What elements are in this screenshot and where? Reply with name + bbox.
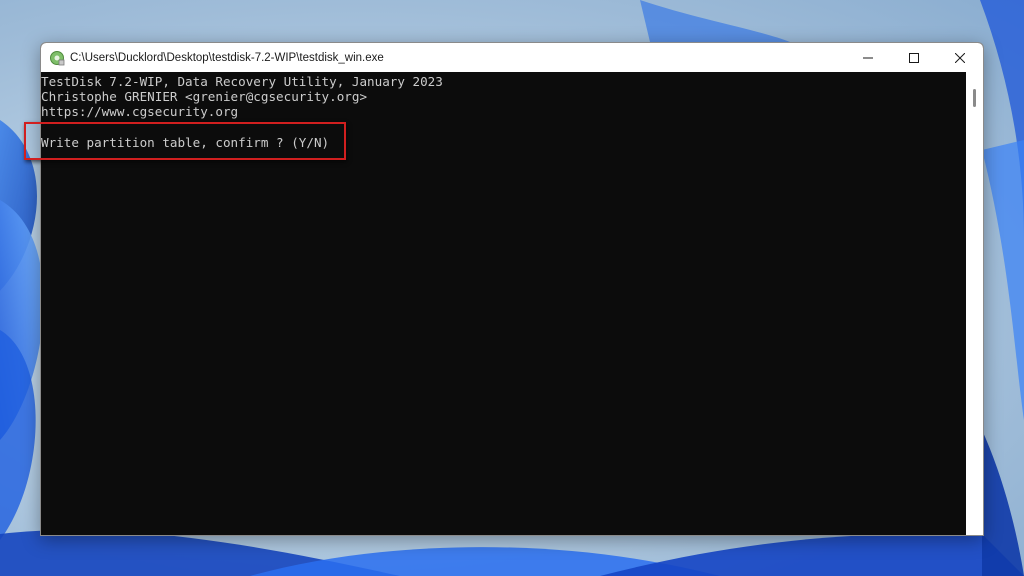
title-bar[interactable]: C:\Users\Ducklord\Desktop\testdisk-7.2-W…: [41, 43, 983, 72]
console-line-website: https://www.cgsecurity.org: [41, 104, 239, 119]
minimize-icon: [863, 57, 873, 58]
console-line-author: Christophe GRENIER <grenier@cgsecurity.o…: [41, 89, 368, 104]
testdisk-app-icon: [50, 50, 65, 65]
desktop-background: C:\Users\Ducklord\Desktop\testdisk-7.2-W…: [0, 0, 1024, 576]
console-line-version: TestDisk 7.2-WIP, Data Recovery Utility,…: [41, 74, 443, 89]
testdisk-console-window: C:\Users\Ducklord\Desktop\testdisk-7.2-W…: [40, 42, 984, 536]
caption-buttons: [845, 43, 983, 72]
close-button[interactable]: [937, 43, 983, 72]
close-icon: [955, 52, 965, 63]
maximize-button[interactable]: [891, 43, 937, 72]
window-title: C:\Users\Ducklord\Desktop\testdisk-7.2-W…: [70, 51, 384, 64]
vertical-scrollbar[interactable]: [966, 72, 983, 535]
prompt-highlight-box: [24, 122, 346, 160]
scrollbar-thumb[interactable]: [973, 89, 976, 107]
minimize-button[interactable]: [845, 43, 891, 72]
maximize-icon: [909, 52, 919, 63]
